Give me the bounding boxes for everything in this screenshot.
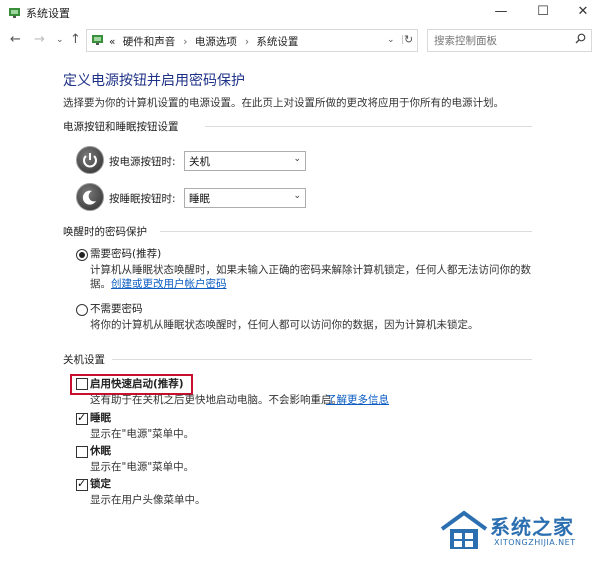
breadcrumb-hardware[interactable]: 硬件和声音 — [123, 36, 176, 48]
maximize-button[interactable]: ☐ — [526, 0, 560, 24]
navigation-bar: ← → ⌄ ↑ « 硬件和声音 › 电源选项 › 系统设置 ⌄ | ↻ — [0, 26, 600, 54]
breadcrumb: « 硬件和声音 › 电源选项 › 系统设置 — [109, 34, 302, 49]
power-button-icon — [76, 146, 104, 174]
require-password-desc-line2: 据。 — [90, 276, 111, 291]
require-password-desc-end: 据。 — [90, 278, 111, 290]
title-bar: 系统设置 — ☐ ✕ — [0, 0, 600, 24]
address-bar[interactable]: « 硬件和声音 › 电源选项 › 系统设置 ⌄ | ↻ — [86, 29, 418, 52]
fast-startup-desc: 这有助于在关机之后更快地启动电脑。不会影响重启。 — [90, 394, 342, 406]
fast-startup-checkbox[interactable] — [76, 378, 88, 390]
section-divider — [112, 359, 532, 360]
watermark-text: 系统之家 — [490, 515, 574, 539]
hibernate-checkbox[interactable] — [76, 446, 88, 458]
page-title: 定义电源按钮并启用密码保护 — [63, 73, 245, 89]
power-button-select[interactable]: 关机 ⌄ — [184, 151, 306, 171]
no-password-desc: 将你的计算机从睡眠状态唤醒时，任何人都可以访问你的数据，因为计算机未锁定。 — [90, 319, 479, 331]
sleep-label: 睡眠 — [90, 412, 111, 424]
section-header-shutdown: 关机设置 — [63, 354, 105, 366]
breadcrumb-overflow[interactable]: « — [109, 36, 115, 48]
sleep-checkbox[interactable] — [76, 411, 88, 425]
watermark-logo: 系统之家 XITONGZHIJIA.NET — [438, 505, 598, 557]
no-password-label: 不需要密码 — [90, 303, 143, 315]
up-arrow-icon[interactable]: ↑ — [70, 32, 81, 47]
chevron-down-icon: ⌄ — [293, 191, 301, 201]
hibernate-label: 休眠 — [90, 445, 111, 457]
search-icon[interactable] — [575, 33, 586, 47]
search-box[interactable] — [427, 29, 592, 52]
sleep-button-select[interactable]: 睡眠 ⌄ — [184, 188, 306, 208]
sleep-button-icon — [76, 183, 104, 211]
close-button[interactable]: ✕ — [566, 0, 600, 24]
section-header-buttons: 电源按钮和睡眠按钮设置 — [63, 121, 179, 133]
recent-chevron-icon[interactable]: ⌄ — [56, 35, 64, 45]
lock-desc: 显示在用户头像菜单中。 — [90, 494, 206, 506]
house-logo-icon — [440, 509, 488, 554]
lock-label: 锁定 — [90, 478, 111, 490]
window-title: 系统设置 — [26, 7, 70, 20]
sleep-button-label: 按睡眠按钮时: — [109, 193, 176, 205]
chevron-right-icon: › — [183, 36, 188, 48]
hibernate-desc: 显示在"电源"菜单中。 — [90, 461, 195, 473]
breadcrumb-power-options[interactable]: 电源选项 — [195, 36, 237, 48]
section-divider — [205, 126, 532, 127]
control-panel-icon — [91, 33, 105, 49]
change-password-link[interactable]: 创建或更改用户帐户密码 — [111, 276, 227, 291]
no-password-radio[interactable] — [76, 304, 88, 316]
address-dropdown-icon[interactable]: ⌄ — [387, 35, 395, 45]
require-password-radio[interactable] — [76, 249, 88, 261]
minimize-button[interactable]: — — [484, 0, 518, 24]
sleep-desc: 显示在"电源"菜单中。 — [90, 428, 195, 440]
fast-startup-label: 启用快速启动(推荐) — [90, 378, 184, 390]
lock-checkbox[interactable] — [76, 477, 88, 491]
search-input[interactable] — [432, 32, 571, 49]
learn-more-link[interactable]: 了解更多信息 — [326, 392, 389, 407]
require-password-desc: 计算机从睡眠状态唤醒时，如果未输入正确的密码来解除计算机锁定，任何人都无法访问你… — [90, 264, 531, 276]
control-panel-icon — [8, 6, 22, 22]
back-arrow-icon[interactable]: ← — [10, 32, 21, 47]
section-header-wake: 唤醒时的密码保护 — [63, 226, 147, 238]
page-description: 选择要为你的计算机设置的电源设置。在此页上对设置所做的更改将应用于你所有的电源计… — [63, 97, 504, 109]
chevron-right-icon: › — [244, 36, 250, 48]
chevron-down-icon: ⌄ — [293, 154, 301, 164]
section-divider — [160, 231, 532, 232]
breadcrumb-system-settings[interactable]: 系统设置 — [256, 36, 298, 48]
watermark-url: XITONGZHIJIA.NET — [494, 538, 576, 547]
forward-arrow-icon[interactable]: → — [34, 32, 45, 47]
refresh-icon[interactable]: ↻ — [404, 33, 413, 46]
sleep-button-value: 睡眠 — [189, 193, 210, 205]
power-button-label: 按电源按钮时: — [109, 156, 176, 168]
require-password-label: 需要密码(推荐) — [90, 248, 162, 260]
power-button-value: 关机 — [189, 156, 210, 168]
